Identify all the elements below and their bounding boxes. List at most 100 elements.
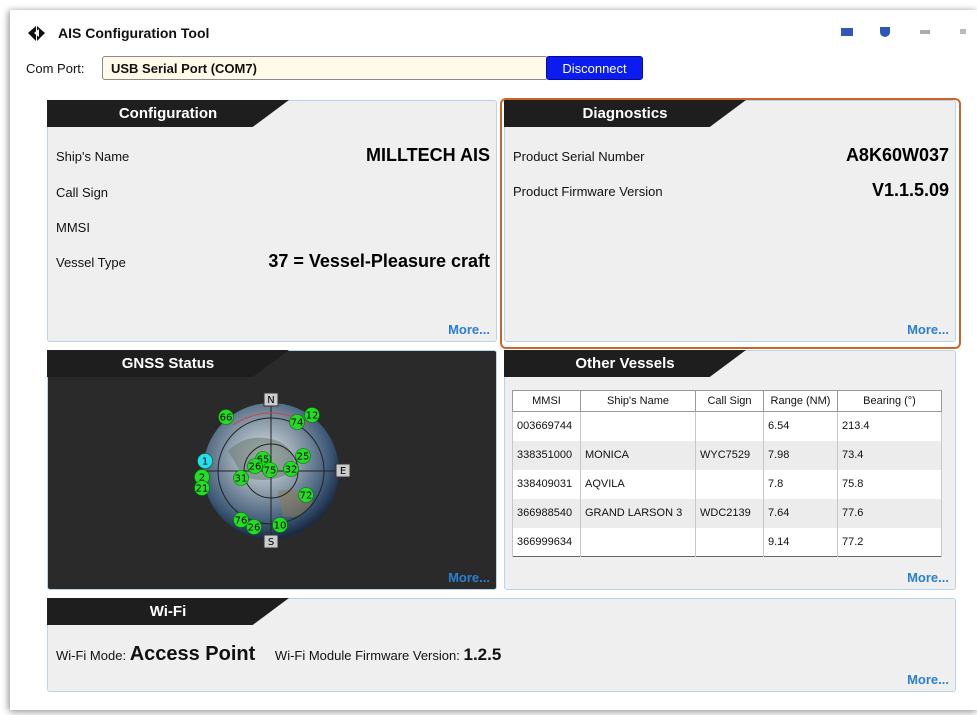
other-vessels-panel: Other Vessels MMSI Ship's Name Call Sign… — [504, 350, 956, 590]
cell-call-sign: WYC7529 — [695, 440, 764, 470]
gnss-status-panel: GNSS Status N E S 66 74 12 1 65 26 75 32… — [47, 350, 497, 590]
satellite-marker: 21 — [194, 480, 210, 496]
satellite-id: 26 — [249, 462, 262, 473]
cell-ships-name: GRAND LARSON 3 — [580, 498, 696, 528]
compass-south: S — [263, 534, 279, 549]
com-port-label: Com Port: — [26, 61, 85, 76]
restore-icon[interactable] — [916, 24, 934, 40]
vessel-type-label: Vessel Type — [56, 255, 126, 270]
satellite-marker: 1 — [197, 453, 213, 469]
wifi-mode-value: Access Point — [129, 643, 256, 665]
diagnostics-highlight — [500, 98, 961, 349]
cell-range: 6.54 — [763, 411, 838, 441]
column-header-bearing[interactable]: Bearing (°) — [837, 390, 942, 412]
shield-icon[interactable] — [876, 24, 894, 40]
cell-ships-name: MONICA — [580, 440, 696, 470]
minimize-icon[interactable] — [838, 24, 856, 40]
cell-range: 7.98 — [763, 440, 838, 470]
configuration-panel: Configuration Ship's Name MILLTECH AIS C… — [47, 100, 497, 342]
compass-east: E — [335, 463, 351, 478]
satellite-id: 74 — [291, 418, 304, 429]
satellite-marker: 10 — [272, 517, 288, 533]
satellite-id: 31 — [235, 474, 248, 485]
satellite-marker: 12 — [304, 407, 320, 423]
cell-range: 7.8 — [763, 469, 838, 499]
satellite-id: 21 — [196, 484, 209, 495]
svg-text:N: N — [267, 395, 274, 406]
wifi-mode-label: Wi-Fi Mode: — [56, 648, 127, 663]
satellite-id: 32 — [285, 465, 298, 476]
satellite-id: 72 — [300, 491, 313, 502]
ships-name-label: Ship's Name — [56, 149, 130, 164]
svg-text:E: E — [340, 466, 346, 477]
wifi-header: Wi-Fi — [47, 598, 289, 625]
cell-range: 7.64 — [763, 498, 838, 528]
wifi-more-link[interactable]: More... — [907, 672, 949, 687]
com-port-row: Com Port: USB Serial Port (COM7) Disconn… — [10, 56, 977, 82]
satellite-id: 10 — [274, 521, 287, 532]
column-header-ships-name[interactable]: Ship's Name — [580, 390, 696, 412]
configuration-more-link[interactable]: More... — [448, 322, 490, 337]
satellite-marker: 74 — [289, 414, 305, 430]
pin-icon[interactable] — [954, 24, 972, 40]
column-header-mmsi[interactable]: MMSI — [512, 390, 581, 412]
column-header-call-sign[interactable]: Call Sign — [695, 390, 764, 412]
satellite-id: 75 — [264, 466, 277, 477]
cell-call-sign — [695, 411, 764, 441]
cell-bearing: 73.4 — [837, 440, 942, 470]
satellite-marker: 66 — [218, 409, 234, 425]
cell-ships-name — [580, 527, 696, 557]
app-window: AIS Configuration Tool Com Port: USB Ser… — [10, 10, 977, 710]
cell-mmsi: 338409031 — [512, 469, 581, 499]
other-vessels-more-link[interactable]: More... — [907, 570, 949, 585]
other-vessels-header: Other Vessels — [504, 350, 746, 377]
satellite-marker: 25 — [295, 448, 311, 464]
table-row[interactable]: 338351000 MONICA WYC7529 7.98 73.4 — [512, 440, 942, 470]
table-row[interactable]: 366999634 9.14 77.2 — [512, 527, 942, 557]
mmsi-label: MMSI — [56, 220, 90, 235]
disconnect-button[interactable]: Disconnect — [546, 56, 643, 80]
ships-name-value: MILLTECH AIS — [366, 145, 490, 165]
cell-mmsi: 366988540 — [512, 498, 581, 528]
table-row[interactable]: 003669744 6.54 213.4 — [512, 411, 942, 441]
cell-mmsi: 003669744 — [512, 411, 581, 441]
column-header-range[interactable]: Range (NM) — [763, 390, 838, 412]
wifi-panel: Wi-Fi Wi-Fi Mode: Access Point Wi-Fi Mod… — [47, 598, 956, 692]
cell-call-sign — [695, 527, 764, 557]
satellite-marker: 72 — [298, 487, 314, 503]
gnss-sky-plot: N E S 66 74121 6526 75 32252 3121727626 10 — [194, 392, 351, 549]
cell-ships-name: AQVILA — [580, 469, 696, 499]
table-row[interactable]: 366988540 GRAND LARSON 3 WDC2139 7.64 77… — [512, 498, 942, 528]
cell-bearing: 213.4 — [837, 411, 942, 441]
satellite-marker: 26 — [246, 519, 262, 535]
satellite-marker: 32 — [283, 461, 299, 477]
cell-bearing: 77.2 — [837, 527, 942, 557]
cell-call-sign — [695, 469, 764, 499]
satellite-marker: 75 — [262, 462, 278, 478]
ais-logo-icon — [28, 26, 45, 41]
svg-text:S: S — [268, 537, 274, 548]
cell-call-sign: WDC2139 — [695, 498, 764, 528]
title-bar: AIS Configuration Tool — [10, 10, 977, 52]
satellite-id: 12 — [306, 411, 319, 422]
table-header-row: MMSI Ship's Name Call Sign Range (NM) Be… — [512, 390, 942, 412]
compass-north: N — [263, 392, 279, 407]
wifi-info-line: Wi-Fi Mode: Access Point Wi-Fi Module Fi… — [56, 643, 501, 666]
satellite-id: 26 — [248, 523, 261, 534]
call-sign-label: Call Sign — [56, 185, 109, 200]
cell-bearing: 77.6 — [837, 498, 942, 528]
cell-mmsi: 366999634 — [512, 527, 581, 557]
table-row[interactable]: 338409031 AQVILA 7.8 75.8 — [512, 469, 942, 499]
com-port-select[interactable]: USB Serial Port (COM7) — [102, 56, 548, 80]
gnss-status-header: GNSS Status — [47, 350, 289, 377]
configuration-header: Configuration — [47, 100, 289, 127]
satellite-id: 76 — [235, 516, 248, 527]
satellite-marker: 26 — [247, 458, 263, 474]
vessel-type-value: 37 = Vessel-Pleasure craft — [268, 251, 490, 271]
cell-bearing: 75.8 — [837, 469, 942, 499]
gnss-more-link[interactable]: More... — [448, 570, 490, 585]
satellite-id: 25 — [297, 452, 310, 463]
wifi-firmware-label: Wi-Fi Module Firmware Version: — [274, 648, 460, 663]
satellite-marker: 76 — [233, 512, 249, 528]
wifi-firmware-value: 1.2.5 — [463, 645, 502, 664]
